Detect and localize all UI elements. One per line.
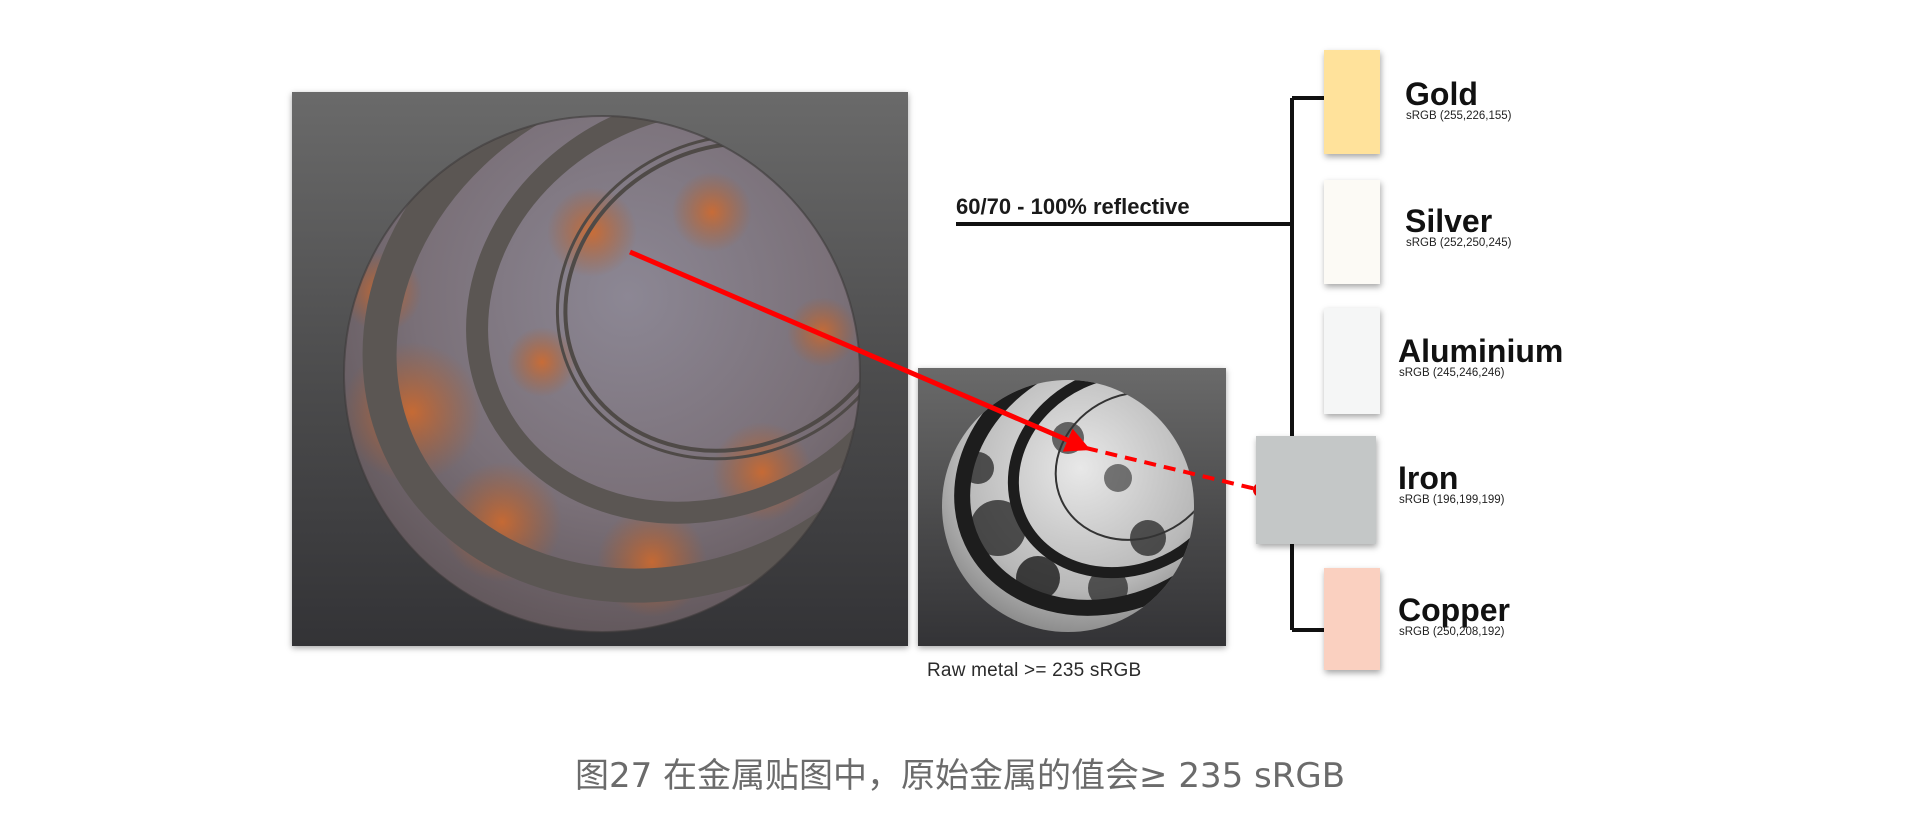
copper-swatch	[1324, 568, 1380, 670]
aluminium-srgb: sRGB (245,246,246)	[1399, 367, 1505, 379]
copper-srgb: sRGB (250,208,192)	[1399, 626, 1505, 638]
gold-swatch	[1324, 50, 1380, 154]
reflective-range-label: 60/70 - 100% reflective	[956, 194, 1190, 219]
iron-swatch	[1256, 436, 1376, 544]
aluminium-label: Aluminium	[1398, 333, 1564, 369]
figure: 60/70 - 100% reflective Raw metal >= 235…	[0, 0, 1920, 824]
metalness-sphere-image	[942, 380, 1194, 632]
silver-swatch	[1324, 180, 1380, 284]
gold-label: Gold	[1405, 76, 1478, 112]
silver-label: Silver	[1405, 203, 1493, 239]
aluminium-swatch	[1324, 308, 1380, 414]
rusty-sphere-image	[343, 115, 861, 633]
raw-metal-caption: Raw metal >= 235 sRGB	[927, 660, 1142, 681]
iron-srgb: sRGB (196,199,199)	[1399, 494, 1505, 506]
silver-srgb: sRGB (252,250,245)	[1406, 237, 1512, 249]
figure-caption: 图27 在金属贴图中，原始金属的值会≥ 235 sRGB	[574, 756, 1346, 796]
rusty-sphere-render	[292, 92, 908, 646]
gold-srgb: sRGB (255,226,155)	[1406, 110, 1512, 122]
iron-label: Iron	[1398, 460, 1459, 496]
copper-label: Copper	[1398, 592, 1510, 628]
metalness-map-render	[918, 368, 1226, 646]
